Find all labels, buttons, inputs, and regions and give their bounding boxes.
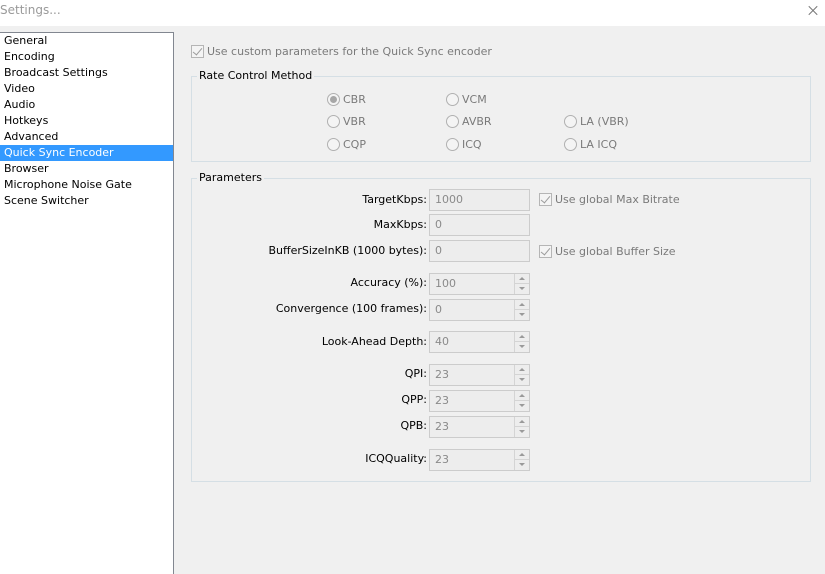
convergence-label: Convergence (100 frames):: [275, 302, 427, 315]
qpi-value: 23: [435, 368, 449, 381]
spin-down-icon[interactable]: [515, 375, 529, 385]
qpi-label: QPI:: [404, 367, 427, 380]
qpi-spinbox[interactable]: 23: [429, 364, 530, 386]
qpp-spinbox[interactable]: 23: [429, 390, 530, 412]
spin-up-icon[interactable]: [515, 300, 529, 310]
look-ahead-value: 40: [435, 335, 449, 348]
icq-quality-value: 23: [435, 453, 449, 466]
spin-up-icon[interactable]: [515, 391, 529, 401]
parameters-title: Parameters: [197, 171, 264, 184]
use-global-max-bitrate-checkbox[interactable]: [539, 193, 552, 206]
accuracy-label: Accuracy (%):: [350, 276, 427, 289]
convergence-value: 0: [435, 303, 442, 316]
qpb-label: QPB:: [400, 419, 427, 432]
sidebar-item-video[interactable]: Video: [0, 81, 173, 97]
spin-up-icon[interactable]: [515, 332, 529, 342]
use-global-max-bitrate-label: Use global Max Bitrate: [555, 193, 680, 206]
qpp-label: QPP:: [401, 393, 427, 406]
spin-up-icon[interactable]: [515, 365, 529, 375]
target-kbps-label: TargetKbps:: [362, 193, 427, 206]
sidebar-item-hotkeys[interactable]: Hotkeys: [0, 113, 173, 129]
custom-params-checkbox[interactable]: [191, 45, 204, 58]
radio-vbr[interactable]: [327, 115, 340, 128]
max-kbps-input[interactable]: 0: [429, 214, 530, 236]
custom-params-label: Use custom parameters for the Quick Sync…: [207, 45, 492, 58]
buffer-size-label: BufferSizeInKB (1000 bytes):: [268, 244, 427, 257]
accuracy-value: 100: [435, 277, 456, 290]
max-kbps-label: MaxKbps:: [373, 218, 427, 231]
radio-la-vbr[interactable]: [564, 115, 577, 128]
sidebar-item-quick-sync-encoder[interactable]: Quick Sync Encoder: [0, 145, 173, 161]
spin-down-icon[interactable]: [515, 460, 529, 470]
spin-up-icon[interactable]: [515, 417, 529, 427]
window-title: Settings...: [0, 3, 61, 17]
radio-avbr[interactable]: [446, 115, 459, 128]
sidebar-item-scene-switcher[interactable]: Scene Switcher: [0, 193, 173, 209]
spin-down-icon[interactable]: [515, 284, 529, 294]
use-global-buffer-size-label: Use global Buffer Size: [555, 245, 676, 258]
sidebar-item-audio[interactable]: Audio: [0, 97, 173, 113]
buffer-size-input[interactable]: 0: [429, 240, 530, 262]
look-ahead-label: Look-Ahead Depth:: [321, 335, 427, 348]
spin-down-icon[interactable]: [515, 427, 529, 437]
radio-vbr-label: VBR: [343, 115, 366, 128]
sidebar-item-microphone-noise-gate[interactable]: Microphone Noise Gate: [0, 177, 173, 193]
rate-control-group: [191, 76, 811, 162]
radio-la-icq-label: LA ICQ: [580, 138, 617, 151]
radio-la-vbr-label: LA (VBR): [580, 115, 629, 128]
close-icon[interactable]: [803, 1, 823, 21]
spin-down-icon[interactable]: [515, 401, 529, 411]
radio-cqp-label: CQP: [343, 138, 366, 151]
target-kbps-input[interactable]: 1000: [429, 189, 530, 211]
radio-cbr-label: CBR: [343, 93, 366, 106]
sidebar-item-advanced[interactable]: Advanced: [0, 129, 173, 145]
spin-up-icon[interactable]: [515, 450, 529, 460]
radio-la-icq[interactable]: [564, 138, 577, 151]
radio-cqp[interactable]: [327, 138, 340, 151]
look-ahead-spinbox[interactable]: 40: [429, 331, 530, 353]
radio-icq-label: ICQ: [462, 138, 482, 151]
accuracy-spinbox[interactable]: 100: [429, 273, 530, 295]
rate-control-title: Rate Control Method: [197, 69, 315, 82]
settings-sidebar: General Encoding Broadcast Settings Vide…: [0, 32, 174, 574]
qpb-spinbox[interactable]: 23: [429, 416, 530, 438]
sidebar-item-browser[interactable]: Browser: [0, 161, 173, 177]
radio-cbr[interactable]: [327, 93, 340, 106]
icq-quality-spinbox[interactable]: 23: [429, 449, 530, 471]
sidebar-item-general[interactable]: General: [0, 33, 173, 49]
qpp-value: 23: [435, 394, 449, 407]
spin-down-icon[interactable]: [515, 342, 529, 352]
radio-icq[interactable]: [446, 138, 459, 151]
qpb-value: 23: [435, 420, 449, 433]
sidebar-item-encoding[interactable]: Encoding: [0, 49, 173, 65]
sidebar-item-broadcast-settings[interactable]: Broadcast Settings: [0, 65, 173, 81]
icq-quality-label: ICQQuality:: [365, 452, 427, 465]
spin-down-icon[interactable]: [515, 310, 529, 320]
use-global-buffer-size-checkbox[interactable]: [539, 245, 552, 258]
title-bar: Settings...: [0, 0, 825, 26]
spin-up-icon[interactable]: [515, 274, 529, 284]
radio-avbr-label: AVBR: [462, 115, 492, 128]
radio-vcm-label: VCM: [462, 93, 487, 106]
convergence-spinbox[interactable]: 0: [429, 299, 530, 321]
radio-vcm[interactable]: [446, 93, 459, 106]
